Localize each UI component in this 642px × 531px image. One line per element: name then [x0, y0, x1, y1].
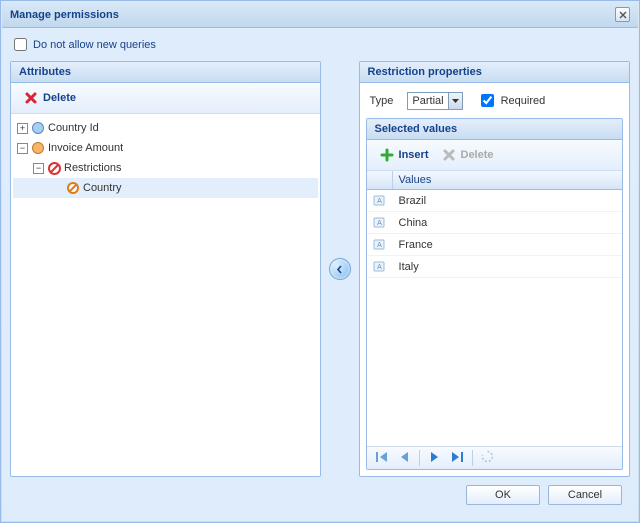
restriction-icon [65, 180, 81, 196]
tree-node-label: Invoice Amount [48, 142, 123, 154]
collapse-icon[interactable]: − [33, 163, 44, 174]
plus-icon [379, 147, 395, 163]
tree-node-country-id[interactable]: + Country Id [13, 118, 318, 138]
insert-button[interactable]: Insert [375, 145, 433, 165]
collapse-icon[interactable]: − [17, 143, 28, 154]
table-row[interactable]: A China [367, 212, 622, 234]
restriction-panel: Restriction properties Type Partial Requ… [359, 61, 630, 477]
type-select-value: Partial [408, 95, 447, 107]
page-prev-button[interactable] [395, 450, 413, 466]
table-row[interactable]: A Brazil [367, 190, 622, 212]
value-icon: A [372, 215, 388, 231]
attributes-tree: + Country Id − Invoice Amount − [11, 114, 320, 476]
next-page-icon [429, 451, 441, 463]
required-input[interactable] [481, 94, 494, 107]
dialog-titlebar: Manage permissions [2, 2, 638, 28]
page-last-button[interactable] [448, 450, 466, 466]
values-grid-header-spacer [367, 171, 393, 189]
first-page-icon [375, 451, 389, 463]
restriction-panel-title: Restriction properties [360, 62, 629, 83]
selected-values-title: Selected values [367, 119, 622, 140]
values-grid-header: Values [367, 171, 622, 190]
delete-value-label: Delete [461, 149, 494, 161]
tree-node-country[interactable]: Country [13, 178, 318, 198]
delete-icon [441, 147, 457, 163]
required-label: Required [501, 95, 546, 107]
tree-node-label: Country Id [48, 122, 99, 134]
svg-text:A: A [377, 198, 382, 205]
expand-icon[interactable]: + [17, 123, 28, 134]
panels-container: Attributes Delete + Country Id [10, 61, 630, 477]
attributes-panel-title: Attributes [11, 62, 320, 83]
paging-toolbar [367, 446, 622, 469]
prev-page-icon [398, 451, 410, 463]
dropdown-icon [448, 93, 462, 109]
svg-text:A: A [377, 264, 382, 271]
disallow-queries-input[interactable] [14, 38, 27, 51]
selected-values-panel: Selected values Insert Delet [366, 118, 623, 470]
refresh-button[interactable] [479, 450, 497, 466]
value-cell: China [393, 217, 622, 229]
disallow-queries-checkbox[interactable]: Do not allow new queries [10, 36, 630, 61]
tree-node-invoice-amount[interactable]: − Invoice Amount [13, 138, 318, 158]
tree-node-label: Country [83, 182, 122, 194]
paging-separator [419, 450, 420, 466]
type-select[interactable]: Partial [407, 92, 462, 110]
attributes-delete-label: Delete [43, 92, 76, 104]
insert-label: Insert [399, 149, 429, 161]
value-icon: A [372, 259, 388, 275]
svg-text:A: A [377, 220, 382, 227]
delete-icon [23, 90, 39, 106]
value-icon: A [372, 193, 388, 209]
svg-text:A: A [377, 242, 382, 249]
measure-icon [30, 140, 46, 156]
selected-values-toolbar: Insert Delete [367, 140, 622, 171]
dialog-close-button[interactable] [615, 7, 630, 22]
delete-value-button[interactable]: Delete [437, 145, 498, 165]
panel-divider [329, 61, 351, 477]
ok-button[interactable]: OK [466, 485, 540, 505]
values-grid-body: A Brazil A China A France A [367, 190, 622, 446]
value-cell: France [393, 239, 622, 251]
restriction-properties-row: Type Partial Required [360, 83, 629, 118]
table-row[interactable]: A France [367, 234, 622, 256]
attributes-toolbar: Delete [11, 83, 320, 114]
paging-separator [472, 450, 473, 466]
dialog-footer: OK Cancel [10, 477, 630, 513]
type-label: Type [370, 95, 394, 107]
cancel-button[interactable]: Cancel [548, 485, 622, 505]
refresh-icon [481, 450, 494, 463]
page-first-button[interactable] [373, 450, 391, 466]
values-column-header[interactable]: Values [393, 171, 622, 189]
last-page-icon [450, 451, 464, 463]
attributes-panel: Attributes Delete + Country Id [10, 61, 321, 477]
value-cell: Italy [393, 261, 622, 273]
dialog-title: Manage permissions [10, 9, 119, 21]
restriction-group-icon [46, 160, 62, 176]
disallow-queries-label: Do not allow new queries [33, 39, 156, 51]
close-icon [619, 11, 627, 19]
page-next-button[interactable] [426, 450, 444, 466]
required-checkbox[interactable]: Required [477, 91, 546, 110]
dimension-icon [30, 120, 46, 136]
attributes-delete-button[interactable]: Delete [19, 88, 80, 108]
dialog: Manage permissions Do not allow new quer… [0, 0, 640, 523]
value-cell: Brazil [393, 195, 622, 207]
collapse-panel-button[interactable] [329, 258, 351, 280]
chevron-left-icon [336, 265, 343, 274]
tree-node-label: Restrictions [64, 162, 121, 174]
tree-node-restrictions[interactable]: − Restrictions [13, 158, 318, 178]
value-icon: A [372, 237, 388, 253]
table-row[interactable]: A Italy [367, 256, 622, 278]
dialog-body: Do not allow new queries Attributes Dele… [2, 28, 638, 521]
